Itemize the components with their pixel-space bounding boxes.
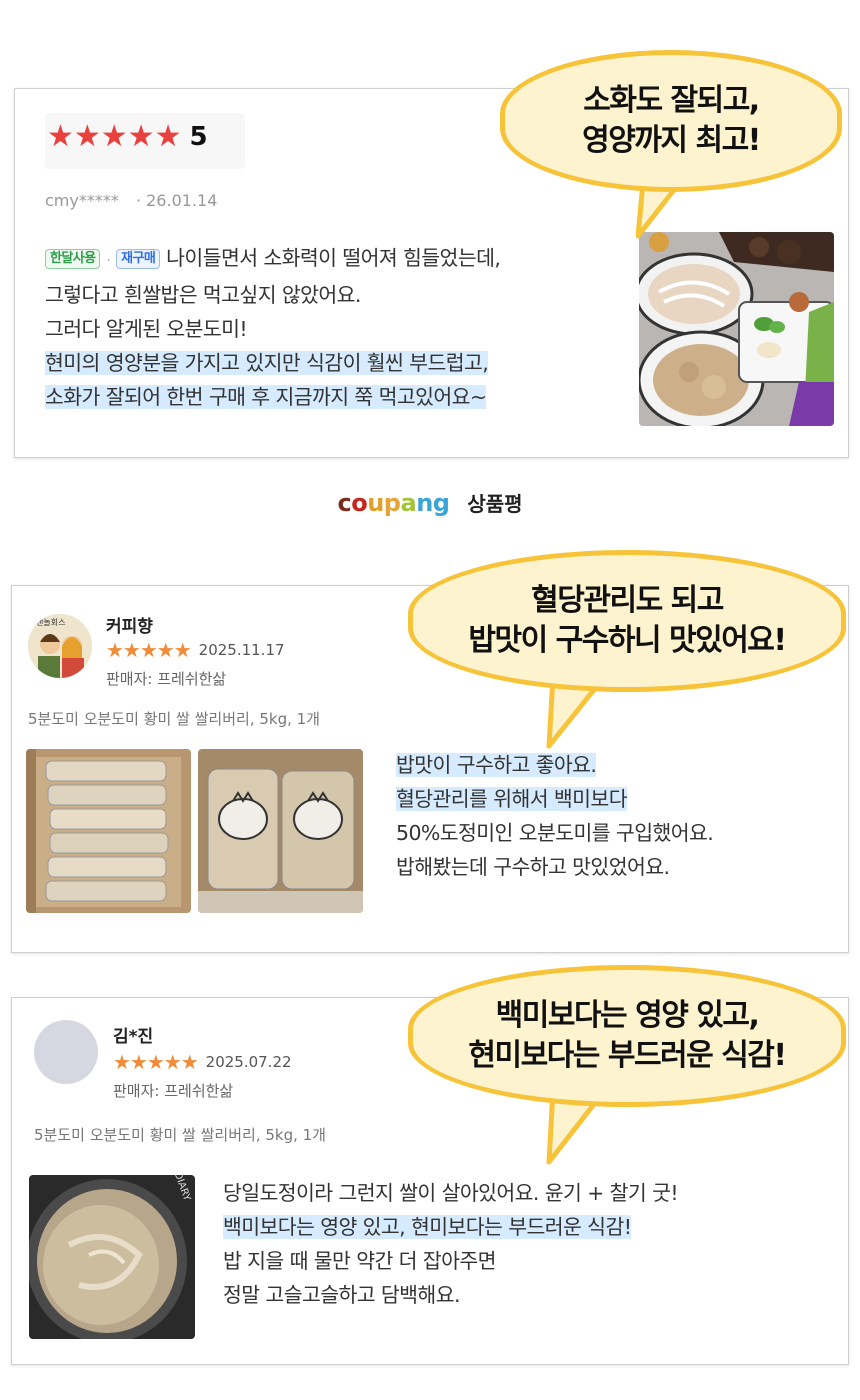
badge-month-use: 한달사용 bbox=[45, 249, 101, 269]
review-photo-1 bbox=[26, 749, 191, 913]
reviewer-name: cmy***** bbox=[45, 191, 119, 210]
rice-bags-illustration bbox=[198, 749, 363, 913]
review-line-3: 그러다 알게된 오분도미! bbox=[45, 317, 248, 341]
coupang-logo: coupang bbox=[337, 489, 450, 517]
bubble-2-line-2: 밥맛이 구수하니 맛있어요! bbox=[468, 623, 787, 658]
review-photo-cooker: DIARY bbox=[29, 1175, 195, 1339]
avatar: 낸놀회스 bbox=[28, 614, 92, 678]
review-line-1: 밥맛이 구수하고 좋아요. bbox=[396, 753, 597, 777]
coupang-brand: coupang 상품평 bbox=[0, 488, 860, 517]
brand-label: 상품평 bbox=[467, 492, 523, 516]
rating-row: ★★★★★ 2025.11.17 bbox=[106, 638, 285, 662]
review-line-4: 정말 고슬고슬하고 담백해요. bbox=[223, 1283, 460, 1307]
review-body: 당일도정이라 그런지 쌀이 살아있어요. 윤기 + 찰기 굿! 백미보다는 영양… bbox=[223, 1176, 679, 1312]
rating-stars: ★★★★★ bbox=[106, 638, 192, 662]
review-line-5: 소화가 잘되어 한번 구매 후 지금까지 쭉 먹고있어요~ bbox=[45, 385, 487, 409]
review-body: 밥맛이 구수하고 좋아요. 혈당관리를 위해서 백미보다 50%도정미인 오분도… bbox=[396, 748, 714, 884]
speech-bubble-1: 소화도 잘되고, 영양까지 최고! bbox=[500, 50, 842, 192]
product-name: 5분도미 오분도미 황미 쌀 쌀리버리, 5kg, 1개 bbox=[28, 710, 320, 728]
bubble-1-line-1: 소화도 잘되고, bbox=[583, 82, 760, 118]
seller-name: 판매자: 프레쉬한삶 bbox=[106, 670, 227, 688]
review-line-1: 당일도정이라 그런지 쌀이 살아있어요. 윤기 + 찰기 굿! bbox=[223, 1181, 679, 1205]
review-line-2: 그렇다고 흰쌀밥은 먹고싶지 않았어요. bbox=[45, 283, 361, 307]
review-meta: cmy***** · 26.01.14 bbox=[45, 191, 217, 210]
avatar bbox=[34, 1020, 98, 1084]
speech-bubble-2: 혈당관리도 되고 밥맛이 구수하니 맛있어요! bbox=[408, 550, 846, 692]
review-line-2: 혈당관리를 위해서 백미보다 bbox=[396, 787, 628, 811]
review-line-1: 한달사용 · 재구매 나이들면서 소화력이 떨어져 힘들었는데, bbox=[45, 241, 645, 278]
food-photo-illustration bbox=[639, 232, 834, 426]
seller-name: 판매자: 프레쉬한삶 bbox=[113, 1082, 234, 1100]
rating-stars: ★★★★★ bbox=[47, 119, 182, 154]
bubble-1-line-2: 영양까지 최고! bbox=[582, 123, 761, 158]
bubble-2-line-1: 혈당관리도 되고 bbox=[531, 582, 724, 618]
review-date: 2025.07.22 bbox=[205, 1053, 292, 1071]
rice-box-illustration bbox=[26, 749, 191, 913]
review-date: · 26.01.14 bbox=[135, 191, 218, 210]
review-photo-2 bbox=[198, 749, 363, 913]
speech-bubble-3: 백미보다는 영양 있고, 현미보다는 부드러운 식감! bbox=[408, 965, 846, 1107]
rating-row: ★★★★★ 2025.07.22 bbox=[113, 1050, 292, 1074]
review-line-4: 현미의 영양분을 가지고 있지만 식감이 훨씬 부드럽고, bbox=[45, 351, 489, 375]
review-line-4: 밥해봤는데 구수하고 맛있었어요. bbox=[396, 855, 670, 879]
bubble-3-line-1: 백미보다는 영양 있고, bbox=[495, 997, 760, 1033]
rating-row: ★★★★★ 5 bbox=[47, 119, 208, 154]
badge-repurchase: 재구매 bbox=[116, 249, 161, 269]
badge-separator: · bbox=[106, 253, 111, 269]
rating-stars: ★★★★★ bbox=[113, 1050, 199, 1074]
review-line-3: 50%도정미인 오분도미를 구입했어요. bbox=[396, 821, 714, 845]
reviewer-name: 커피향 bbox=[106, 617, 153, 637]
review-body: 한달사용 · 재구매 나이들면서 소화력이 떨어져 힘들었는데, 그렇다고 흰쌀… bbox=[45, 241, 645, 414]
review-date: 2025.11.17 bbox=[198, 641, 285, 659]
product-name: 5분도미 오분도미 황미 쌀 쌀리버리, 5kg, 1개 bbox=[34, 1126, 326, 1144]
rating-value: 5 bbox=[189, 121, 208, 152]
review-line-2: 백미보다는 영양 있고, 현미보다는 부드러운 식감! bbox=[223, 1215, 632, 1239]
rice-cooker-illustration bbox=[29, 1175, 195, 1339]
food-photo bbox=[639, 232, 834, 426]
bubble-3-line-2: 현미보다는 부드러운 식감! bbox=[468, 1038, 787, 1073]
review-line-3: 밥 지을 때 물만 약간 더 잡아주면 bbox=[223, 1249, 496, 1273]
reviewer-name: 김*진 bbox=[113, 1027, 154, 1047]
